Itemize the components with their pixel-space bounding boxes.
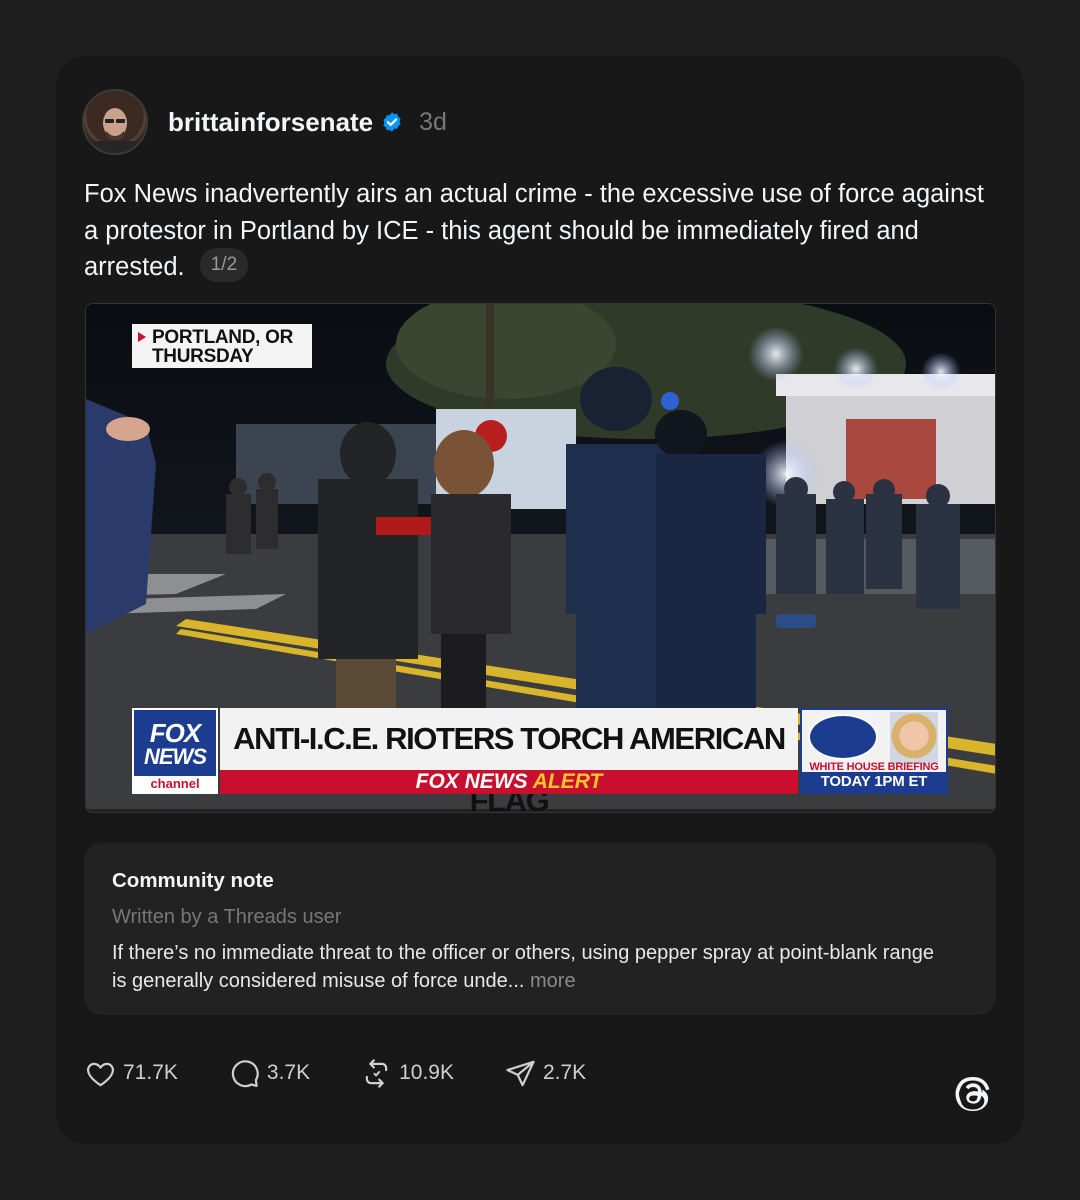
community-note-author: Written by a Threads user: [112, 906, 342, 928]
share-count: 2.7K: [542, 1061, 587, 1084]
send-icon: [506, 1060, 535, 1086]
reply-button[interactable]: 3.7K: [228, 1057, 310, 1090]
anchor-headshot: [890, 712, 938, 764]
post-header: brittainforsenate 3d: [82, 89, 447, 155]
community-note-title: Community note: [112, 869, 274, 892]
alert-bar: FOX NEWS ALERT: [220, 770, 798, 794]
share-button[interactable]: 2.7K: [504, 1057, 586, 1090]
post-body: Fox News inadvertently airs an actual cr…: [84, 176, 984, 286]
logo-line2: NEWS: [144, 744, 207, 769]
avatar[interactable]: [82, 89, 148, 155]
reply-count: 3.7K: [266, 1061, 311, 1084]
repost-icon: [365, 1058, 388, 1088]
username[interactable]: brittainforsenate: [168, 107, 373, 138]
verified-badge-icon: [383, 112, 401, 132]
white-house-seal-icon: [808, 714, 878, 760]
location-badge: PORTLAND, OR THURSDAY: [132, 324, 312, 368]
location-line1: PORTLAND, OR: [152, 327, 294, 348]
like-count: 71.7K: [123, 1061, 178, 1084]
play-marker-icon: [138, 332, 146, 342]
repost-button[interactable]: 10.9K: [360, 1057, 454, 1090]
like-button[interactable]: 71.7K: [84, 1057, 178, 1090]
community-note-text: If there’s no immediate threat to the of…: [112, 942, 934, 992]
timestamp: 3d: [419, 107, 447, 136]
logo-line1: FOX: [149, 718, 201, 748]
promo-line2: TODAY 1PM ET: [802, 772, 946, 792]
comment-icon: [231, 1059, 259, 1087]
threads-logo-icon[interactable]: [953, 1073, 995, 1115]
post-card: brittainforsenate 3d Fox News inadverten…: [56, 56, 1024, 1144]
news-chyron: FOX NEWS channel ANTI-I.C.E. RIOTERS TOR…: [132, 708, 948, 812]
media-page-indicator: 1/2: [199, 248, 249, 283]
promo-box: WHITE HOUSE BRIEFING TODAY 1PM ET: [800, 708, 948, 794]
community-note[interactable]: Community note Written by a Threads user…: [84, 843, 996, 1015]
chyron-headline: ANTI-I.C.E. RIOTERS TORCH AMERICAN FLAG: [220, 708, 798, 812]
repost-count: 10.9K: [399, 1061, 454, 1084]
avatar-portrait: [94, 98, 136, 153]
action-bar: 71.7K 3.7K 10.9K 2.7K: [84, 1055, 636, 1091]
post-media[interactable]: PORTLAND, OR THURSDAY FOX NEWS channel A…: [85, 303, 996, 813]
community-note-body: If there’s no immediate threat to the of…: [112, 939, 952, 995]
location-line2: THURSDAY: [152, 346, 254, 367]
alert-brand: FOX NEWS: [415, 770, 528, 793]
logo-line3: channel: [134, 776, 216, 792]
heart-icon: [87, 1062, 114, 1086]
more-link[interactable]: more: [530, 970, 576, 992]
fox-news-logo: FOX NEWS channel: [132, 708, 218, 794]
alert-label: ALERT: [532, 770, 603, 793]
